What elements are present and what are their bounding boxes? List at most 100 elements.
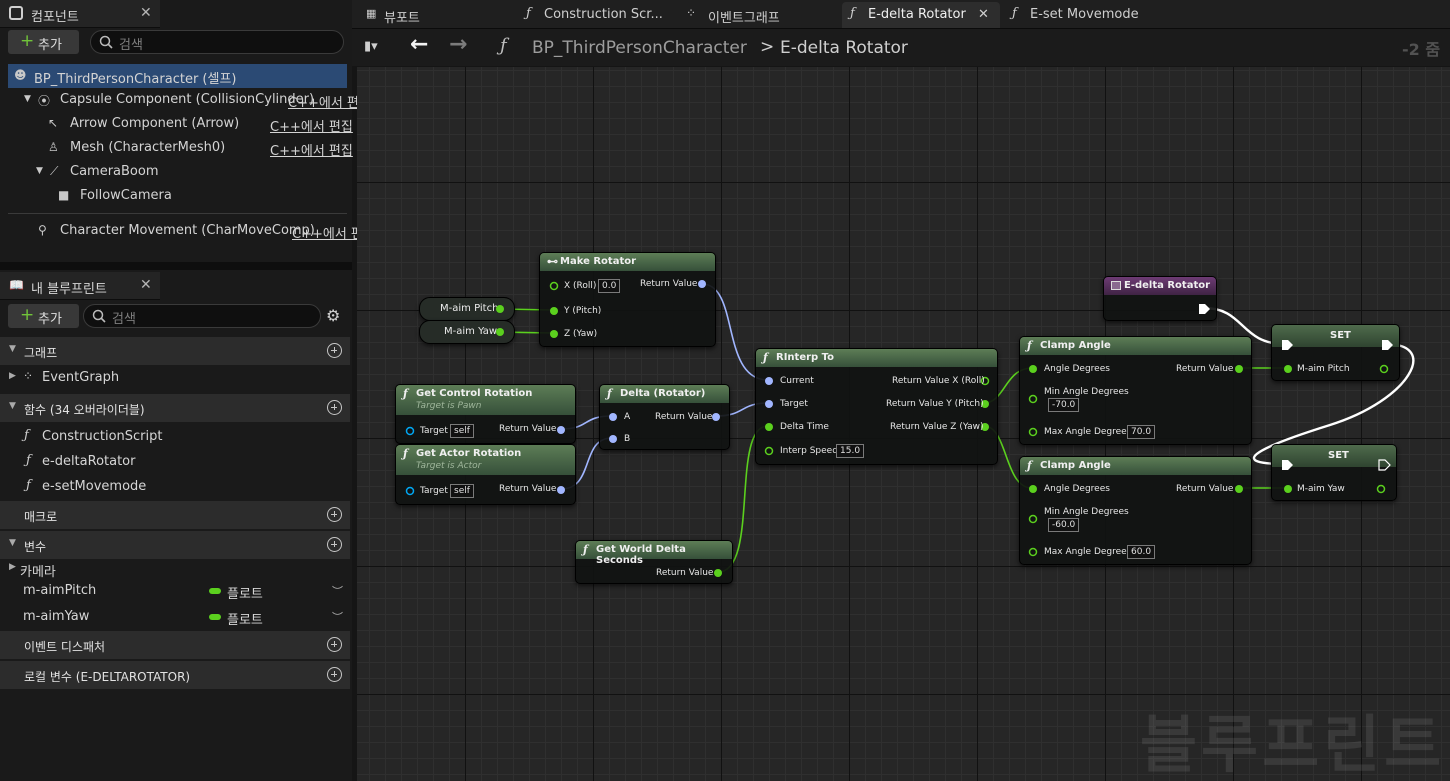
panel-splitter[interactable]: [0, 262, 352, 270]
node-rinterp-to[interactable]: ƒ RInterp To Current Target Delta Time In…: [755, 348, 998, 465]
node-get-world-delta-seconds[interactable]: ƒ Get World Delta Seconds Return Value: [575, 540, 733, 584]
component-item-cameraboom[interactable]: ▼ ⟋ CameraBoom: [8, 160, 347, 184]
my-blueprint-tab[interactable]: 📖 내 블루프린트 ✕: [0, 272, 160, 300]
pin[interactable]: [698, 280, 706, 288]
component-item-arrow[interactable]: ↖ Arrow Component (Arrow) C++에서 편집: [8, 112, 353, 136]
pin[interactable]: [609, 435, 617, 443]
node-clamp-angle-yaw[interactable]: ƒ Clamp Angle Angle Degrees Min Angle Deg…: [1019, 456, 1252, 565]
pin[interactable]: [714, 569, 722, 577]
edit-in-cpp-link[interactable]: C++에서 편: [292, 223, 363, 242]
min-angle-input[interactable]: -60.0: [1048, 518, 1080, 532]
function-item-setmovemode[interactable]: ƒ e-setMovemode: [0, 474, 350, 499]
exec-out-pin[interactable]: [1378, 459, 1391, 471]
min-angle-input[interactable]: -70.0: [1048, 398, 1080, 412]
interp-speed-input[interactable]: 15.0: [836, 444, 865, 458]
edit-in-cpp-link[interactable]: C++에서 편집: [270, 116, 353, 135]
eye-closed-icon[interactable]: ︶: [332, 609, 343, 625]
graph-item-eventgraph[interactable]: ▶ ⁘ EventGraph: [0, 365, 350, 390]
tab-eset-movemode[interactable]: ƒ E-set Movemode: [1004, 2, 1154, 28]
pin[interactable]: [1376, 484, 1386, 494]
exec-out-pin[interactable]: [1199, 304, 1210, 314]
tab-construction-script[interactable]: ƒ Construction Scr...: [518, 2, 668, 28]
category-dispatchers[interactable]: 이벤트 디스패처: [0, 631, 350, 659]
node-get-control-rotation[interactable]: ƒ Get Control Rotation Target is Pawn Ta…: [395, 384, 576, 444]
chevron-down-icon[interactable]: ▼: [24, 94, 31, 104]
tab-viewport[interactable]: ▦ 뷰포트: [358, 2, 508, 28]
pin[interactable]: [1028, 547, 1038, 557]
close-icon[interactable]: ✕: [978, 7, 989, 22]
add-circle-icon[interactable]: [327, 637, 342, 652]
exec-in-pin[interactable]: [1282, 460, 1293, 470]
add-circle-icon[interactable]: [327, 343, 342, 358]
node-clamp-angle-pitch[interactable]: ƒ Clamp Angle Angle Degrees Min Angle Deg…: [1019, 336, 1252, 445]
eye-closed-icon[interactable]: ︶: [332, 583, 343, 599]
category-functions[interactable]: ▼ 함수 (34 오버라이더블): [0, 394, 350, 422]
pin[interactable]: [765, 377, 773, 385]
pin[interactable]: [550, 307, 558, 315]
pin[interactable]: [712, 413, 720, 421]
back-arrow-icon[interactable]: ←: [410, 32, 428, 57]
pin[interactable]: [496, 328, 504, 336]
component-item-capsule[interactable]: ▼ ⦿ Capsule Component (CollisionCylinder…: [8, 88, 359, 112]
close-icon[interactable]: ✕: [140, 277, 152, 293]
chevron-right-icon[interactable]: ▶: [9, 562, 16, 572]
pin[interactable]: [765, 400, 773, 408]
pin[interactable]: [496, 305, 504, 313]
pin[interactable]: [1029, 365, 1037, 373]
node-delta-rotator[interactable]: ƒ Delta (Rotator) A B Return Value: [599, 384, 730, 450]
pin[interactable]: [1284, 485, 1292, 493]
max-angle-input[interactable]: 60.0: [1127, 545, 1156, 559]
pin[interactable]: [1029, 485, 1037, 493]
function-item-constructionscript[interactable]: ƒ ConstructionScript: [0, 424, 350, 449]
tab-event-graph[interactable]: ⁘ 이벤트그래프: [678, 2, 828, 28]
bookmark-icon[interactable]: ▮▾: [364, 39, 378, 54]
pin[interactable]: [549, 281, 559, 291]
close-icon[interactable]: ✕: [140, 5, 152, 21]
pin[interactable]: [557, 426, 565, 434]
exec-out-pin[interactable]: [1382, 340, 1393, 350]
edit-in-cpp-link[interactable]: C++에서 편: [288, 92, 359, 111]
component-item-followcamera[interactable]: ■ FollowCamera: [8, 184, 347, 208]
pin[interactable]: [764, 446, 774, 456]
add-circle-icon[interactable]: [327, 667, 342, 682]
add-circle-icon[interactable]: [327, 537, 342, 552]
edit-in-cpp-link[interactable]: C++에서 편집: [270, 140, 353, 159]
pin[interactable]: [1028, 427, 1038, 437]
add-circle-icon[interactable]: [327, 400, 342, 415]
pin[interactable]: [1235, 365, 1243, 373]
exec-in-pin[interactable]: [1282, 340, 1293, 350]
node-set-aim-yaw[interactable]: SET M-aim Yaw: [1271, 444, 1397, 501]
pin[interactable]: [1028, 514, 1038, 524]
max-angle-input[interactable]: 70.0: [1127, 425, 1156, 439]
category-macros[interactable]: 매크로: [0, 501, 350, 529]
x-value-input[interactable]: 0.0: [598, 279, 621, 293]
blueprint-add-button[interactable]: + 추가: [8, 304, 79, 328]
pin[interactable]: [1028, 394, 1038, 404]
chevron-right-icon[interactable]: ▶: [9, 371, 16, 381]
category-variables[interactable]: ▼ 변수: [0, 531, 350, 559]
node-set-aim-pitch[interactable]: SET M-aim Pitch: [1271, 324, 1400, 381]
pin[interactable]: [1235, 485, 1243, 493]
component-self-item[interactable]: ☻ BP_ThirdPersonCharacter (셀프): [8, 64, 347, 88]
add-circle-icon[interactable]: [327, 507, 342, 522]
variable-item-aimyaw[interactable]: m-aimYaw 플로트 ︶: [0, 604, 350, 629]
target-self-input[interactable]: self: [450, 484, 474, 498]
breadcrumb-root[interactable]: BP_ThirdPersonCharacter: [532, 38, 747, 58]
pin[interactable]: [405, 486, 415, 496]
forward-arrow-icon[interactable]: →: [449, 32, 467, 57]
function-item-deltarotator[interactable]: ƒ e-deltaRotator: [0, 449, 350, 474]
components-tab[interactable]: 컴포넌트 ✕: [0, 0, 160, 28]
pin[interactable]: [557, 486, 565, 494]
pin[interactable]: [1379, 364, 1389, 374]
variable-item-aimpitch[interactable]: m-aimPitch 플로트 ︶: [0, 578, 350, 603]
category-graphs[interactable]: ▼ 그래프: [0, 337, 350, 365]
blueprint-search-input[interactable]: 검색: [83, 304, 321, 328]
node-function-entry[interactable]: E-delta Rotator: [1103, 276, 1217, 321]
components-search-input[interactable]: 검색: [90, 30, 344, 54]
chevron-down-icon[interactable]: ▼: [36, 166, 43, 176]
node-make-rotator[interactable]: ⊷ Make Rotator X (Roll) 0.0 Y (Pitch) Z (…: [539, 252, 716, 347]
gear-icon[interactable]: ⚙: [326, 306, 340, 325]
pin[interactable]: [765, 423, 773, 431]
target-self-input[interactable]: self: [450, 424, 474, 438]
pin[interactable]: [609, 413, 617, 421]
